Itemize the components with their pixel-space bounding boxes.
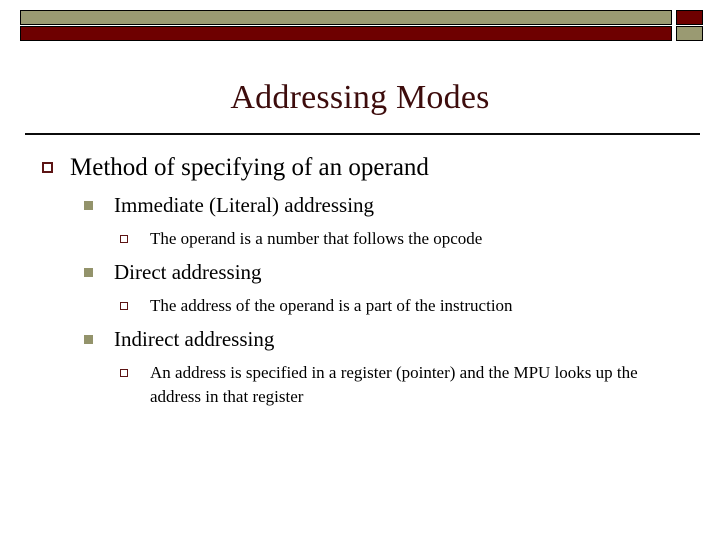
banner-bottom-cap-square	[676, 26, 703, 41]
filled-square-bullet-icon	[84, 268, 93, 277]
list-item-label: Direct addressing	[114, 260, 262, 284]
list-item: Immediate (Literal) addressing	[0, 191, 720, 219]
list-item: Method of specifying of an operand	[0, 152, 720, 184]
small-hollow-square-bullet-icon	[120, 369, 128, 377]
small-hollow-square-bullet-icon	[120, 302, 128, 310]
banner-row-top	[20, 10, 703, 25]
banner-row-bottom	[20, 26, 703, 41]
banner-top-cap-square	[676, 10, 703, 25]
list-item-label: The address of the operand is a part of …	[150, 296, 513, 315]
filled-square-bullet-icon	[84, 201, 93, 210]
list-item: Direct addressing	[0, 258, 720, 286]
list-item-label: Immediate (Literal) addressing	[114, 193, 375, 217]
list-item: An address is specified in a register (p…	[0, 361, 720, 409]
slide-header-banner	[20, 10, 703, 43]
list-item-label: Indirect addressing	[114, 327, 275, 351]
filled-square-bullet-icon	[84, 335, 93, 344]
hollow-square-bullet-icon	[42, 162, 53, 173]
banner-top-bar	[20, 10, 672, 25]
small-hollow-square-bullet-icon	[120, 235, 128, 243]
list-item: The address of the operand is a part of …	[0, 294, 720, 318]
list-item-label: An address is specified in a register (p…	[150, 363, 638, 406]
list-item-label: The operand is a number that follows the…	[150, 229, 483, 248]
page-title: Addressing Modes	[230, 79, 490, 116]
list-item: Indirect addressing	[0, 325, 720, 353]
list-item: The operand is a number that follows the…	[0, 227, 720, 251]
banner-bottom-bar	[20, 26, 672, 41]
title-divider	[25, 133, 700, 135]
list-item-label: Method of specifying of an operand	[70, 154, 429, 181]
slide-body-outline: Method of specifying of an operand Immed…	[0, 148, 720, 409]
